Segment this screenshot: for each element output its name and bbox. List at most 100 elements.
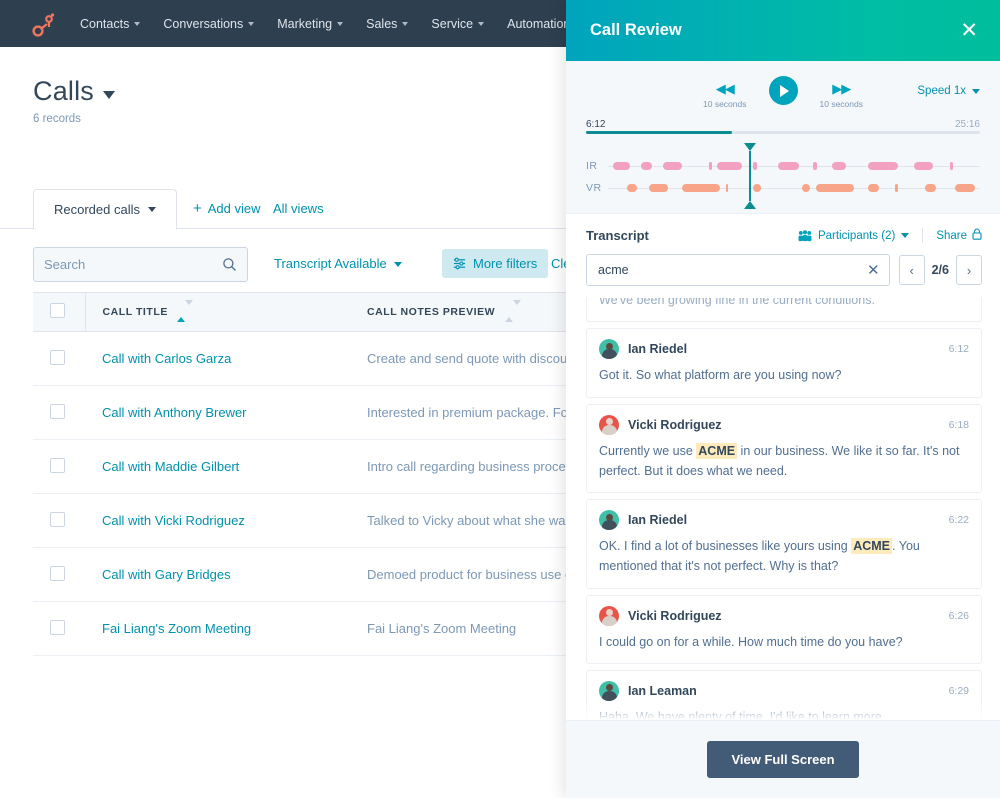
row-checkbox-cell[interactable] — [33, 548, 85, 602]
row-checkbox[interactable] — [50, 512, 65, 527]
waveform-track-vr[interactable] — [608, 183, 980, 194]
more-filters-button[interactable]: More filters — [442, 249, 548, 278]
close-icon[interactable]: ✕ — [960, 20, 978, 41]
forward-icon: ▶▶ — [832, 82, 850, 95]
page-title[interactable]: Calls — [33, 76, 115, 107]
transcript-message[interactable]: Ian Riedel6:12 Got it. So what platform a… — [586, 328, 982, 397]
row-checkbox-cell[interactable] — [33, 386, 85, 440]
filter-transcript-available[interactable]: Transcript Available — [274, 256, 402, 271]
call-title-cell[interactable]: Call with Anthony Brewer — [85, 386, 350, 440]
filter-icon — [453, 257, 466, 270]
avatar — [599, 339, 619, 359]
row-checkbox[interactable] — [50, 404, 65, 419]
chevron-left-icon[interactable]: ‹ — [899, 255, 925, 285]
transcript-message[interactable]: Vicki Rodriguez6:18Currently we use ACME… — [586, 404, 982, 494]
tab-label: Recorded calls — [54, 202, 140, 217]
waveform-segment — [813, 162, 817, 170]
nav-item-conversations[interactable]: Conversations — [163, 17, 254, 31]
speed-selector[interactable]: Speed 1x — [917, 85, 980, 97]
chevron-down-icon — [972, 89, 980, 94]
column-header-call-title[interactable]: CALL TITLE — [85, 293, 350, 332]
people-icon — [798, 230, 812, 242]
timeline-progress — [586, 131, 732, 134]
row-checkbox[interactable] — [50, 350, 65, 365]
transcript-header: Transcript Participants (2) — [566, 213, 1000, 298]
message-text: Haha. We have plenty of time. I'd like t… — [599, 707, 969, 720]
transcript-heading: Transcript — [586, 228, 798, 243]
waveform-segment — [627, 184, 637, 192]
waveform-segment — [649, 184, 668, 192]
row-checkbox-cell[interactable] — [33, 332, 85, 386]
call-title-cell[interactable]: Call with Gary Bridges — [85, 548, 350, 602]
transcript-message-partial[interactable]: We've been growing fine in the current c… — [586, 298, 982, 322]
transcript-message[interactable]: Ian Leaman6:29Haha. We have plenty of ti… — [586, 670, 982, 720]
row-checkbox[interactable] — [50, 620, 65, 635]
rewind-10-button[interactable]: ◀◀ 10 seconds — [703, 82, 746, 109]
all-views-link[interactable]: All views — [273, 201, 324, 216]
tab-recorded-calls[interactable]: Recorded calls — [33, 189, 177, 230]
message-text: We've been growing fine in the current c… — [599, 298, 969, 310]
select-all-checkbox[interactable] — [50, 303, 65, 318]
share-button[interactable]: Share — [936, 228, 982, 243]
waveform-segment — [613, 162, 629, 170]
nav-item-service[interactable]: Service — [431, 17, 484, 31]
nav-label: Conversations — [163, 17, 243, 31]
message-text: Got it. So what platform are you using n… — [599, 365, 969, 385]
hubspot-sprocket-icon[interactable] — [30, 11, 56, 37]
waveform-segment — [717, 162, 742, 170]
speaker-name: Vicki Rodriguez — [628, 418, 949, 432]
transcript-message[interactable]: Vicki Rodriguez6:26I could go on for a w… — [586, 595, 982, 664]
message-timestamp: 6:26 — [949, 610, 969, 622]
call-title-cell[interactable]: Call with Maddie Gilbert — [85, 440, 350, 494]
player-controls: ◀◀ 10 seconds ▶▶ 10 seconds Speed 1x — [586, 73, 980, 117]
chevron-right-icon[interactable]: › — [956, 255, 982, 285]
view-full-screen-button[interactable]: View Full Screen — [707, 741, 858, 778]
row-checkbox-cell[interactable] — [33, 494, 85, 548]
divider — [922, 228, 923, 243]
call-title-cell[interactable]: Fai Liang's Zoom Meeting — [85, 602, 350, 656]
filter-label: Transcript Available — [274, 256, 387, 271]
waveform-playhead[interactable] — [749, 151, 751, 201]
record-count: 6 records — [33, 113, 115, 125]
transcript-search-box[interactable]: ✕ — [586, 254, 890, 286]
message-timestamp: 6:29 — [949, 685, 969, 697]
waveform-segment — [950, 162, 953, 170]
waveform-track-ir[interactable] — [608, 161, 980, 172]
transcript-search-input[interactable] — [598, 263, 867, 277]
message-header: Vicki Rodriguez6:18 — [599, 415, 969, 435]
call-title-cell[interactable]: Call with Vicki Rodriguez — [85, 494, 350, 548]
transcript-search-row: ✕ ‹ 2/6 › — [586, 254, 982, 286]
participants-dropdown[interactable]: Participants (2) — [798, 230, 909, 242]
nav-item-sales[interactable]: Sales — [366, 17, 408, 31]
add-view-label: Add view — [208, 201, 261, 216]
search-input[interactable] — [44, 257, 222, 272]
nav-item-marketing[interactable]: Marketing — [277, 17, 343, 31]
waveform-segment — [868, 162, 898, 170]
nav-label: Sales — [366, 17, 397, 31]
waveform-segment — [955, 184, 974, 192]
waveform-segment — [663, 162, 682, 170]
playback-timeline[interactable]: 6:12 25:16 — [586, 119, 980, 139]
transcript-list[interactable]: We've been growing fine in the current c… — [566, 298, 1000, 720]
nav-item-contacts[interactable]: Contacts — [80, 17, 140, 31]
row-checkbox-cell[interactable] — [33, 602, 85, 656]
plus-icon: + — [193, 201, 202, 216]
call-title-cell[interactable]: Call with Carlos Garza — [85, 332, 350, 386]
avatar — [599, 510, 619, 530]
search-box[interactable] — [33, 247, 248, 282]
add-view-button[interactable]: + Add view — [193, 201, 261, 216]
message-text: I could go on for a while. How much time… — [599, 632, 969, 652]
transcript-message[interactable]: Ian Riedel6:22OK. I find a lot of busine… — [586, 499, 982, 589]
clear-icon[interactable]: ✕ — [867, 263, 880, 278]
transcript-header-row: Transcript Participants (2) — [586, 228, 982, 243]
row-checkbox[interactable] — [50, 566, 65, 581]
rewind-icon: ◀◀ — [716, 82, 734, 95]
row-checkbox-cell[interactable] — [33, 440, 85, 494]
forward-10-button[interactable]: ▶▶ 10 seconds — [820, 82, 863, 109]
row-checkbox[interactable] — [50, 458, 65, 473]
select-all-header[interactable] — [33, 293, 85, 332]
search-result-nav: ‹ 2/6 › — [899, 255, 982, 285]
play-icon[interactable] — [769, 76, 798, 105]
forward-label: 10 seconds — [820, 99, 863, 109]
message-header: Ian Riedel6:12 — [599, 339, 969, 359]
